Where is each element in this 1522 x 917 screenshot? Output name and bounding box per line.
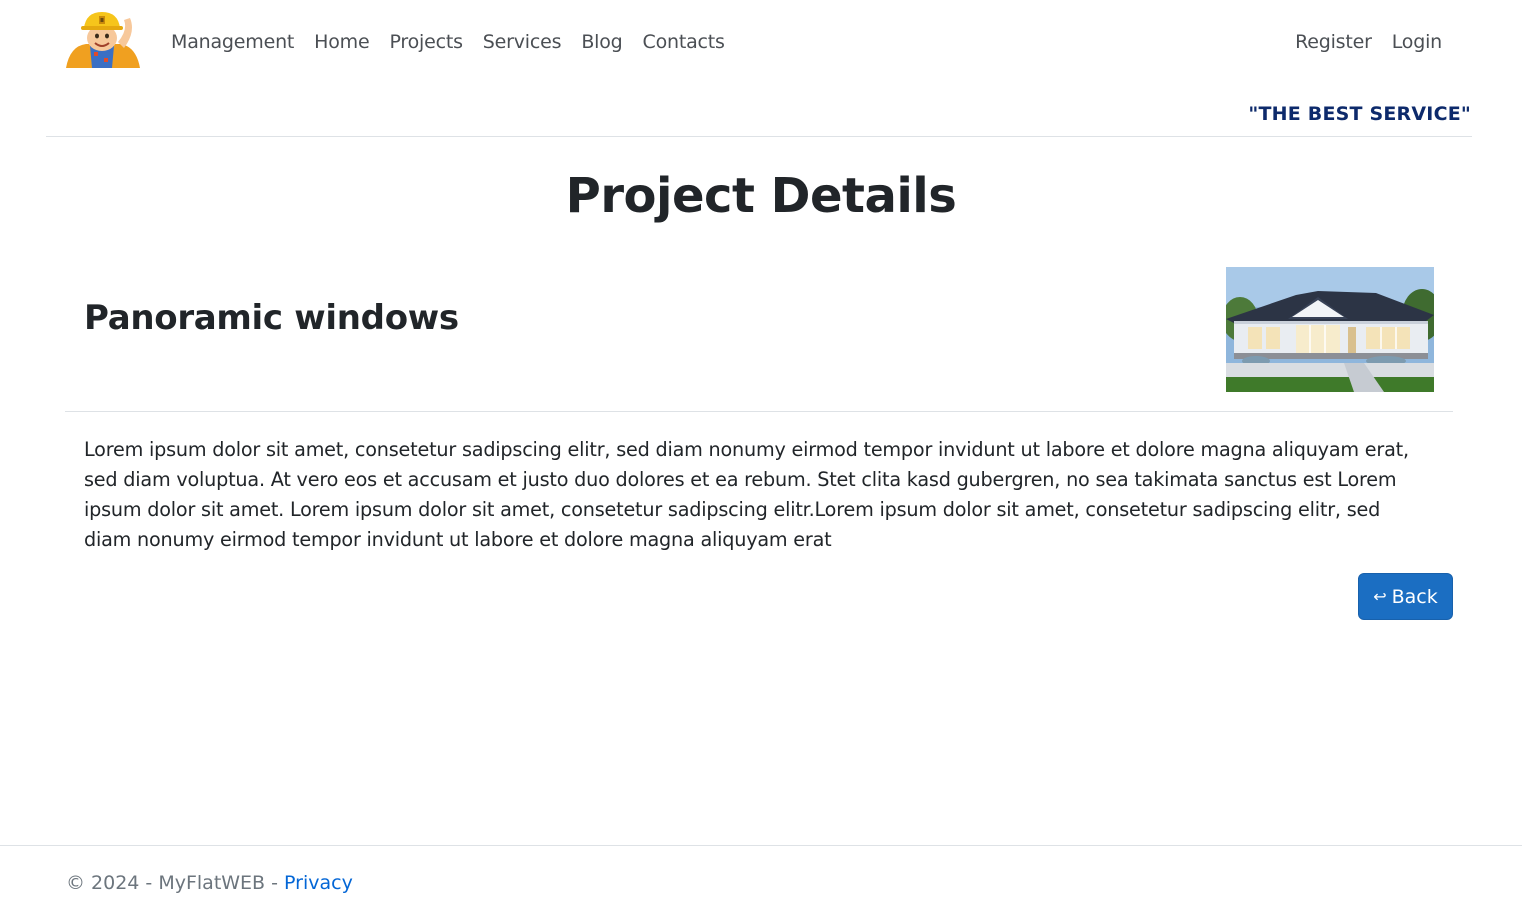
footer-copyright: © 2024 - MyFlatWEB - [66,872,285,894]
main-nav: Management Home Projects Services Blog C… [161,28,735,56]
nav-contacts[interactable]: Contacts [633,28,735,56]
privacy-link[interactable]: Privacy [284,872,353,894]
project-image [1226,267,1434,392]
nav-projects[interactable]: Projects [379,28,472,56]
back-button-label: Back [1391,585,1438,608]
site-footer: © 2024 - MyFlatWEB - Privacy [66,872,353,894]
nav-management[interactable]: Management [161,28,304,56]
site-header: Management Home Projects Services Blog C… [0,0,1522,137]
footer-divider [0,845,1522,846]
nav-home[interactable]: Home [304,28,379,56]
project-name: Panoramic windows [84,298,459,338]
tagline: "THE BEST SERVICE" [1248,103,1471,125]
back-button[interactable]: ↩ Back [1358,573,1453,620]
construction-worker-mascot-icon[interactable] [64,12,142,68]
nav-blog[interactable]: Blog [571,28,632,56]
project-description: Lorem ipsum dolor sit amet, consetetur s… [84,438,1409,551]
page-title: Project Details [565,168,957,224]
nav-register[interactable]: Register [1285,28,1382,56]
nav-services[interactable]: Services [473,28,572,56]
card-divider [65,411,1453,412]
account-nav: Register Login [1285,28,1452,56]
header-divider [46,136,1472,137]
return-arrow-icon: ↩ [1373,587,1387,606]
nav-login[interactable]: Login [1382,28,1452,56]
